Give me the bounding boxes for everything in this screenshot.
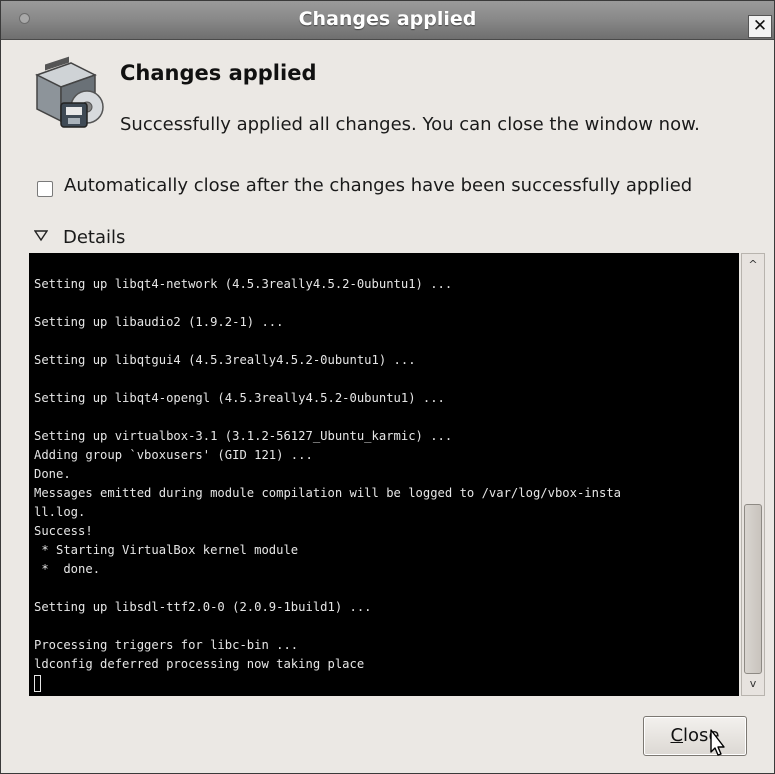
terminal-text: Setting up libqt4-network (4.5.3really4.… bbox=[34, 277, 621, 671]
scroll-up-arrow-icon[interactable]: ^ bbox=[742, 254, 764, 276]
auto-close-checkbox[interactable] bbox=[37, 181, 53, 197]
title-bar[interactable]: Changes applied ✕ bbox=[1, 1, 774, 40]
details-label: Details bbox=[63, 227, 126, 248]
mouse-pointer-icon bbox=[710, 729, 725, 756]
window-title: Changes applied bbox=[298, 8, 477, 30]
close-button-label: Close bbox=[644, 725, 746, 746]
terminal-output[interactable]: Setting up libqt4-network (4.5.3really4.… bbox=[29, 253, 739, 696]
terminal-scrollbar[interactable]: ^ v bbox=[741, 253, 765, 696]
terminal-cursor bbox=[34, 675, 41, 692]
scroll-down-arrow-icon[interactable]: v bbox=[742, 673, 764, 695]
changes-applied-dialog: Changes applied ✕ Changes applied Succes… bbox=[0, 0, 775, 774]
package-install-icon bbox=[35, 56, 104, 128]
dialog-heading: Changes applied bbox=[120, 61, 317, 85]
close-button[interactable]: Close bbox=[643, 716, 747, 756]
dialog-description: Successfully applied all changes. You ca… bbox=[120, 114, 700, 135]
expander-arrow-icon bbox=[34, 230, 48, 242]
window-close-button[interactable]: ✕ bbox=[748, 15, 772, 38]
scrollbar-thumb[interactable] bbox=[744, 504, 762, 674]
auto-close-label[interactable]: Automatically close after the changes ha… bbox=[64, 175, 692, 196]
close-button-mnemonic: C bbox=[670, 725, 684, 746]
